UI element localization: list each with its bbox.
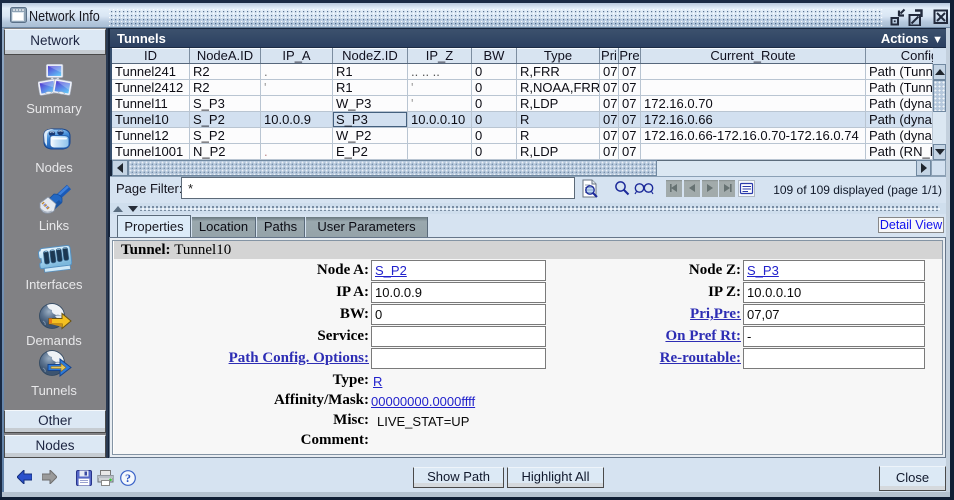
svg-text:?: ? <box>125 471 131 485</box>
